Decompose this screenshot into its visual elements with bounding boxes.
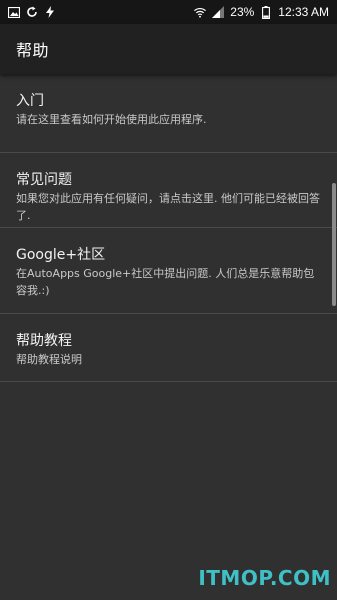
list-item-getting-started[interactable]: 入门 请在这里查看如何开始使用此应用程序. — [0, 74, 337, 153]
list-item-description: 请在这里查看如何开始使用此应用程序. — [16, 113, 207, 126]
scrollbar-thumb[interactable] — [332, 183, 336, 306]
status-right: 23% 12:33 AM — [194, 5, 329, 19]
page-title: 帮助 — [16, 41, 50, 60]
list-item-title: 入门 — [16, 93, 44, 109]
list-item-google-community[interactable]: Google+社区 在AutoApps Google+社区中提出问题. 人们总是… — [0, 228, 337, 314]
signal-icon — [212, 6, 225, 18]
list-item-faq[interactable]: 常见问题 如果您对此应用有任何疑问，请点击这里. 他们可能已经被回答了. — [0, 153, 337, 228]
list-item-description: 帮助教程说明 — [16, 353, 82, 366]
battery-percent: 23% — [230, 5, 255, 19]
status-left — [8, 6, 56, 18]
battery-icon — [260, 5, 272, 19]
help-list: 入门 请在这里查看如何开始使用此应用程序. 常见问题 如果您对此应用有任何疑问，… — [0, 74, 337, 382]
gallery-icon — [8, 6, 20, 18]
watermark-logo: ITMOP.COM — [198, 566, 331, 590]
list-item-title: 帮助教程 — [16, 333, 72, 349]
list-item-description: 如果您对此应用有任何疑问，请点击这里. 他们可能已经被回答了. — [16, 192, 320, 222]
status-time: 12:33 AM — [278, 5, 329, 19]
wifi-icon — [194, 6, 207, 18]
flash-icon — [44, 6, 56, 18]
list-item-help-tutorial[interactable]: 帮助教程 帮助教程说明 — [0, 314, 337, 382]
list-item-description: 在AutoApps Google+社区中提出问题. 人们总是乐意帮助包容我.:) — [16, 267, 315, 297]
list-item-title: 常见问题 — [16, 172, 72, 188]
status-bar: 23% 12:33 AM — [0, 0, 337, 24]
app-bar: 帮助 — [0, 24, 337, 74]
sync-icon — [26, 6, 38, 18]
list-item-title: Google+社区 — [16, 247, 106, 263]
